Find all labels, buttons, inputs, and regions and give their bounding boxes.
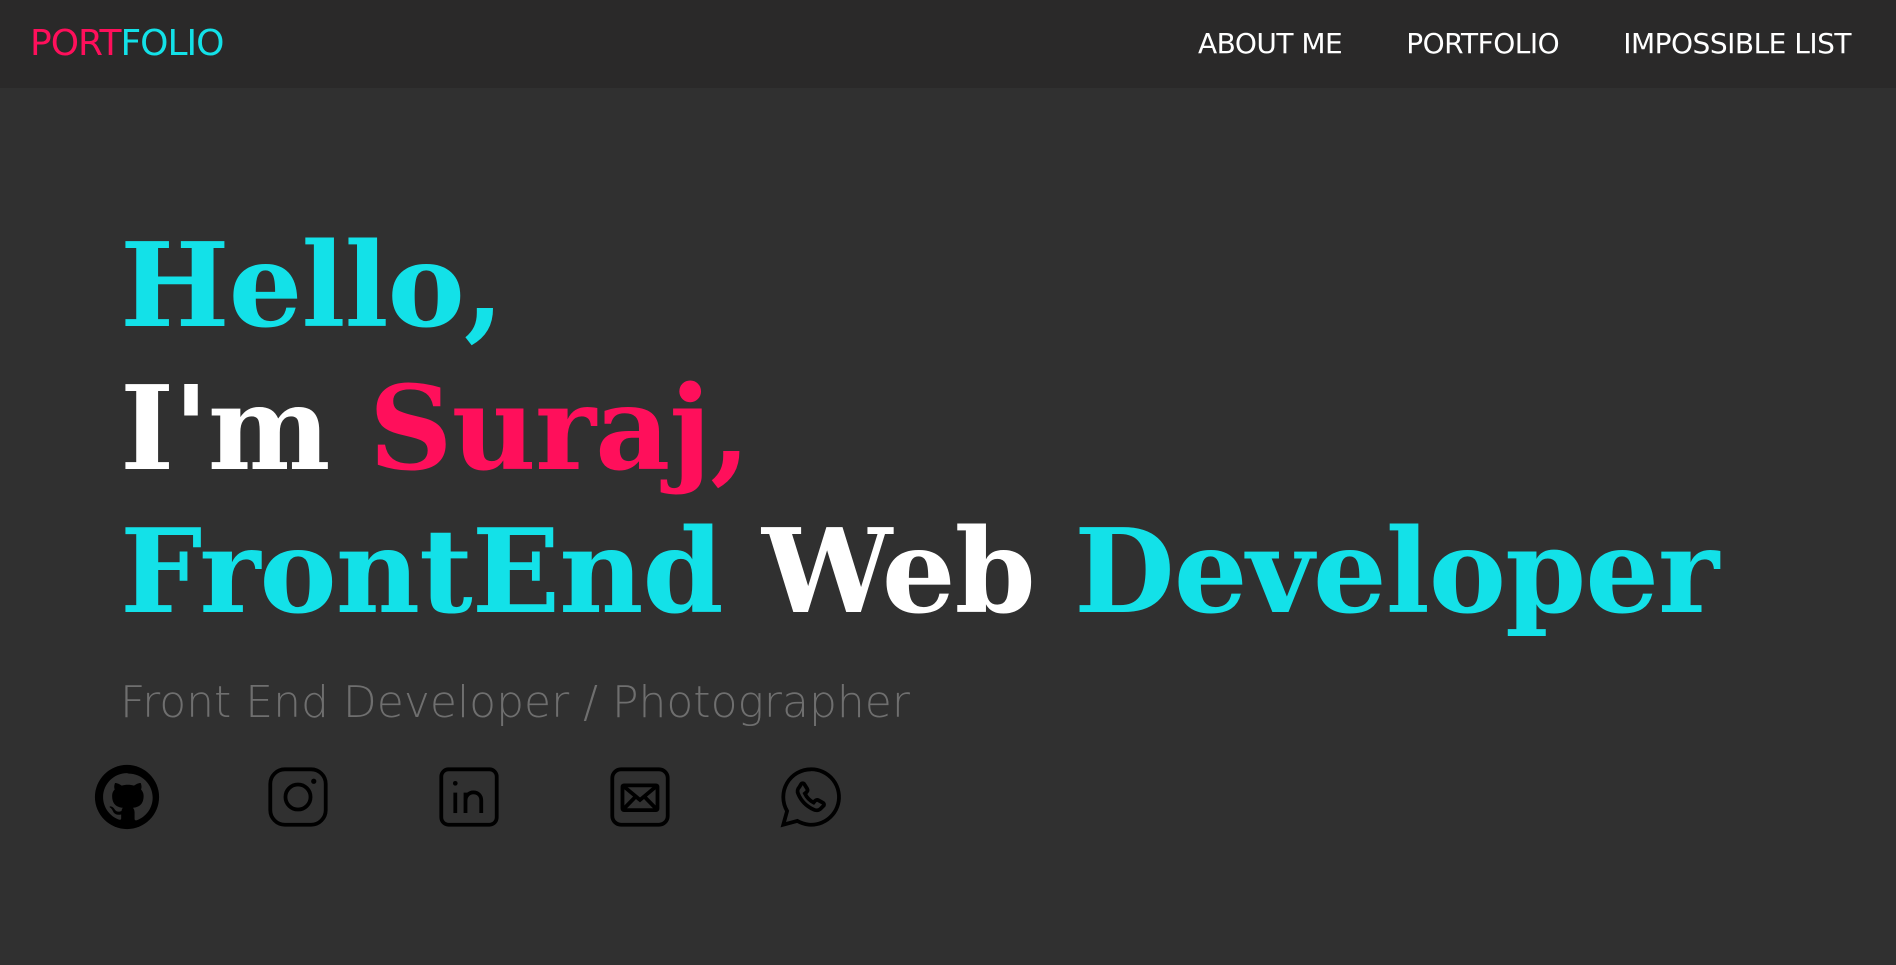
hero-intro: I'm Suraj, xyxy=(120,358,1820,501)
hero-role: FrontEnd Web Developer xyxy=(120,501,1820,644)
hero-im: I'm xyxy=(120,361,369,497)
hero-role-web: Web xyxy=(761,504,1075,640)
mail-icon[interactable] xyxy=(605,762,675,832)
hero-role-developer: Developer xyxy=(1074,504,1719,640)
logo-part-port: PORT xyxy=(30,23,121,64)
nav-link-portfolio[interactable]: PORTFOLIO xyxy=(1406,26,1560,62)
hero-subtitle: Front End Developer / Photographer xyxy=(120,677,910,728)
nav-link-about-me[interactable]: ABOUT ME xyxy=(1198,26,1343,62)
hero-heading: Hello, I'm Suraj, FrontEnd Web Developer xyxy=(120,215,1820,644)
whatsapp-icon[interactable] xyxy=(776,762,846,832)
github-icon[interactable] xyxy=(92,762,162,832)
instagram-icon[interactable] xyxy=(263,762,333,832)
portfolio-logo[interactable]: PORTFOLIO xyxy=(30,22,225,66)
hero-greeting: Hello, xyxy=(120,218,504,354)
linkedin-icon[interactable] xyxy=(434,762,504,832)
social-links xyxy=(92,762,846,832)
hero-role-frontend: FrontEnd xyxy=(120,504,762,640)
hero-name: Suraj, xyxy=(368,361,751,497)
logo-part-folio: FOLIO xyxy=(120,23,224,64)
navbar: PORTFOLIO ABOUT ME PORTFOLIO IMPOSSIBLE … xyxy=(0,0,1896,88)
nav-link-impossible-list[interactable]: IMPOSSIBLE LIST xyxy=(1623,26,1851,62)
nav-links: ABOUT ME PORTFOLIO IMPOSSIBLE LIST xyxy=(1198,26,1852,62)
